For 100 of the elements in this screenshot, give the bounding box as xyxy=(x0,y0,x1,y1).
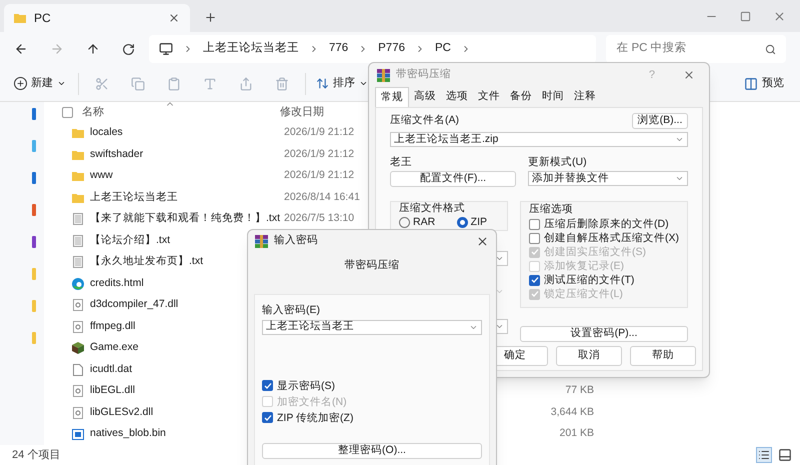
checkbox[interactable] xyxy=(262,412,273,423)
file-icon xyxy=(73,364,83,376)
delete-icon[interactable] xyxy=(275,76,289,90)
file-name[interactable]: credits.html xyxy=(90,276,144,289)
gear-file-icon xyxy=(73,299,83,312)
breadcrumb[interactable]: PC xyxy=(434,40,451,58)
dialog-button[interactable]: 配置文件(F)... xyxy=(390,171,516,187)
checkbox-label: 加密文件名(N) xyxy=(277,394,347,408)
details-view-icon[interactable] xyxy=(756,447,772,463)
sidebar-icon[interactable] xyxy=(32,204,36,216)
close-icon[interactable] xyxy=(168,12,180,24)
sort-button[interactable]: 排序 xyxy=(316,75,368,92)
text-file-icon xyxy=(73,256,83,268)
chevron-down-icon xyxy=(494,322,504,331)
file-name[interactable]: icudtl.dat xyxy=(90,362,132,375)
dialog-button[interactable]: 帮助 xyxy=(630,346,696,366)
sidebar-icon[interactable] xyxy=(32,236,36,248)
dialog-button[interactable]: 设置密码(P)... xyxy=(520,326,688,342)
tab[interactable]: 选项 xyxy=(441,87,473,107)
file-name[interactable]: 【论坛介绍】.txt xyxy=(90,234,170,246)
tab[interactable]: 高级 xyxy=(409,87,441,107)
cut-icon[interactable] xyxy=(95,76,109,90)
dropdown-field[interactable]: 添加并替换文件 xyxy=(528,171,688,186)
tab[interactable]: 常规 xyxy=(375,87,409,107)
browser-tab[interactable]: PC xyxy=(4,4,190,32)
computer-icon xyxy=(158,42,173,56)
new-tab-icon[interactable] xyxy=(204,11,217,24)
sort-icon xyxy=(316,77,329,90)
file-name[interactable]: libEGL.dll xyxy=(90,384,135,396)
checkbox[interactable] xyxy=(262,380,273,391)
sidebar-icon[interactable] xyxy=(32,172,36,184)
forward-icon[interactable] xyxy=(50,42,64,56)
tab[interactable]: 时间 xyxy=(537,87,569,107)
tab[interactable]: 文件 xyxy=(473,87,505,107)
up-icon[interactable] xyxy=(86,42,100,56)
archive-icon xyxy=(255,234,268,248)
radio-button[interactable] xyxy=(399,216,410,228)
maximize-icon[interactable] xyxy=(740,10,751,22)
chevron-down-icon xyxy=(494,254,504,263)
sidebar-icon[interactable] xyxy=(32,268,36,280)
archive-icon xyxy=(377,68,390,82)
back-icon[interactable] xyxy=(14,42,28,56)
tiles-view-icon[interactable] xyxy=(778,448,792,462)
size-cell-text: 3,644 KB xyxy=(550,404,594,420)
chevron-down-icon xyxy=(359,79,368,88)
sidebar-icon[interactable] xyxy=(32,140,36,152)
dialog-button[interactable]: 浏览(B)... xyxy=(632,113,688,129)
file-name[interactable]: natives_blob.bin xyxy=(90,427,166,440)
tab[interactable]: 注释 xyxy=(569,87,601,107)
file-name[interactable]: ffmpeg.dll xyxy=(90,320,136,332)
breadcrumb[interactable]: 上老王论坛当老王 xyxy=(202,40,299,58)
dialog-button[interactable]: 取消 xyxy=(556,346,622,366)
file-name[interactable]: d3dcompiler_47.dll xyxy=(90,298,178,310)
radio-button[interactable] xyxy=(456,216,468,228)
folder-icon xyxy=(72,192,84,203)
file-name[interactable]: locales xyxy=(90,126,123,138)
binary-file-icon xyxy=(72,428,84,440)
file-name[interactable]: libGLESv2.dll xyxy=(90,406,154,418)
sidebar-icon[interactable] xyxy=(32,108,36,120)
dropdown-field[interactable]: 上老王论坛当老王 xyxy=(262,320,482,334)
sidebar-icon[interactable] xyxy=(32,300,36,312)
checkbox[interactable] xyxy=(529,232,540,244)
file-name[interactable]: swiftshader xyxy=(90,148,144,160)
column-header[interactable]: 修改日期 xyxy=(280,104,324,120)
select-all-checkbox[interactable] xyxy=(62,106,73,118)
file-name[interactable]: 【来了就能下载和观看！纯免费！】.txt xyxy=(90,212,280,224)
breadcrumb[interactable]: P776 xyxy=(378,40,405,58)
field-label: 压缩文件名(A) xyxy=(390,113,459,128)
new-button[interactable]: 新建 xyxy=(14,75,66,92)
tab[interactable]: 备份 xyxy=(505,87,537,107)
date-cell: 2026/7/5 13:10 xyxy=(284,212,354,224)
column-header[interactable]: 名称 xyxy=(82,104,280,120)
file-name[interactable]: www xyxy=(90,169,113,182)
plus-icon xyxy=(14,77,27,90)
rename-icon[interactable] xyxy=(203,76,217,90)
close-icon[interactable] xyxy=(683,69,695,81)
close-icon[interactable] xyxy=(476,234,489,248)
share-icon[interactable] xyxy=(239,76,253,90)
dialog-button[interactable]: 整理密码(O)... xyxy=(262,442,482,458)
breadcrumb[interactable]: 776 xyxy=(328,40,348,58)
sidebar-icon[interactable] xyxy=(32,332,36,344)
preview-button[interactable]: 预览 xyxy=(744,75,784,92)
checkbox[interactable] xyxy=(529,218,540,230)
paste-icon[interactable] xyxy=(167,76,181,90)
file-name[interactable]: 上老王论坛当老王 xyxy=(90,190,178,203)
checkbox-label: 压缩后删除原来的文件(D) xyxy=(544,217,669,231)
tab-title: PC xyxy=(34,10,52,27)
preview-pane-icon xyxy=(744,76,758,90)
field-label: 老王 xyxy=(390,155,413,169)
checkbox[interactable] xyxy=(529,274,540,286)
address-bar[interactable]: 上老王论坛当老王 776 P776 PC xyxy=(148,35,596,63)
close-icon[interactable] xyxy=(773,10,786,22)
checkbox-label: 显示密码(S) xyxy=(277,378,335,392)
dropdown-field[interactable]: 上老王论坛当老王.zip xyxy=(390,132,688,147)
file-name[interactable]: 【永久地址发布页】.txt xyxy=(90,255,204,268)
refresh-icon[interactable] xyxy=(122,42,135,56)
radio-label: RAR xyxy=(413,216,436,228)
copy-icon[interactable] xyxy=(131,76,145,90)
file-name[interactable]: Game.exe xyxy=(90,341,138,354)
search-field[interactable]: 在 PC 中搜索 xyxy=(606,35,786,63)
